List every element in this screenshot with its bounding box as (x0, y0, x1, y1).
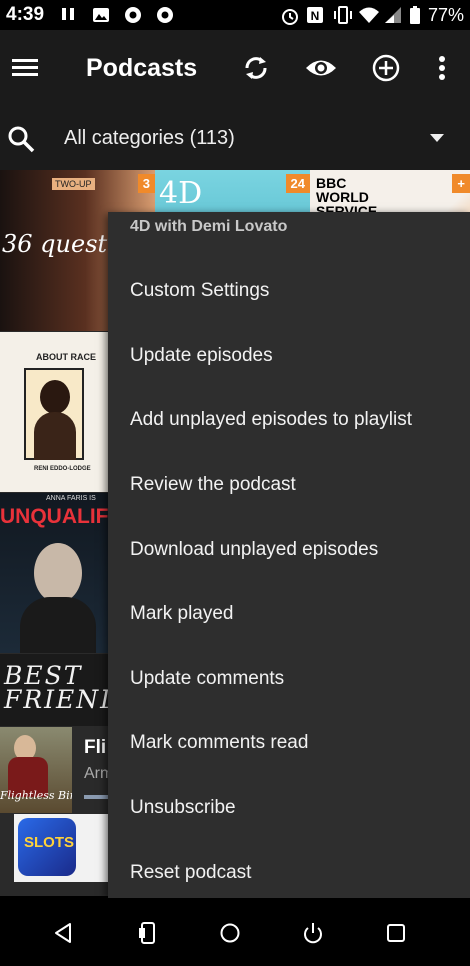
category-select-value[interactable]: All categories (113) (64, 127, 235, 150)
cover-title: Flightless Bird (0, 789, 72, 802)
battery-icon (409, 6, 420, 24)
image-icon (92, 6, 110, 24)
cover-title: BEST FRIEND (4, 661, 108, 714)
menu-item-unsubscribe[interactable]: Unsubscribe (108, 776, 470, 840)
menu-item-reset-podcast[interactable]: Reset podcast (108, 841, 470, 898)
new-episodes-badge: + (452, 174, 470, 193)
cover-portrait (34, 543, 82, 603)
menu-item-mark-comments-read[interactable]: Mark comments read (108, 711, 470, 775)
cover-top-text: TWO-UP (52, 178, 95, 190)
cover-portrait (24, 368, 84, 460)
cover-subtitle: RENI EDDO-LODGE (34, 466, 91, 472)
refresh-icon[interactable] (234, 46, 278, 90)
category-filter[interactable]: All categories (113) (0, 106, 470, 170)
menu-item-update-comments[interactable]: Update comments (108, 647, 470, 711)
menu-item-review[interactable]: Review the podcast (108, 453, 470, 517)
signal-icon (384, 6, 402, 24)
podcast-cover[interactable]: Flightless Bird (0, 727, 72, 813)
podcast-cover[interactable]: ABOUT RACE RENI EDDO-LODGE (0, 332, 108, 492)
search-icon[interactable] (6, 124, 36, 154)
menu-header: 4D with Demi Lovato (130, 218, 288, 235)
menu-item-mark-played[interactable]: Mark played (108, 582, 470, 646)
status-bar: 4:39 N 77% (0, 0, 470, 30)
menu-item-update-episodes[interactable]: Update episodes (108, 324, 470, 388)
alarm-icon (280, 6, 298, 25)
wifi-icon (358, 6, 379, 24)
pause-icon (60, 6, 78, 24)
new-episodes-badge: 24 (285, 174, 310, 193)
podcast-cover[interactable]: ANNA FARIS IS UNQUALIF (0, 493, 108, 653)
vibrate-icon (332, 6, 352, 24)
page-title: Podcasts (86, 54, 198, 82)
add-circle-icon[interactable] (364, 46, 408, 90)
battery-percent: 77% (427, 4, 464, 25)
list-item-title: Fli (84, 737, 107, 758)
app-icon (124, 6, 142, 24)
menu-item-custom-settings[interactable]: Custom Settings (108, 259, 470, 323)
cover-top-text: ANNA FARIS IS (46, 495, 96, 502)
new-episodes-badge: 3 (137, 174, 155, 193)
app-bar: Podcasts (0, 30, 470, 106)
menu-item-download-unplayed[interactable]: Download unplayed episodes (108, 518, 470, 582)
power-icon[interactable] (296, 916, 330, 950)
menu-item-add-to-playlist[interactable]: Add unplayed episodes to playlist (108, 388, 470, 452)
list-item-progress (84, 795, 108, 799)
list-row-info[interactable]: Fli Arm (72, 727, 113, 813)
more-vert-icon[interactable] (420, 46, 464, 90)
hamburger-menu-icon[interactable] (4, 46, 48, 90)
screenshot-icon[interactable] (130, 916, 164, 950)
slots-app-icon: SLOTS (18, 818, 76, 876)
nfc-icon: N (306, 6, 324, 24)
eye-icon[interactable] (299, 46, 343, 90)
cover-title: UNQUALIF (0, 505, 108, 528)
cover-title: ABOUT RACE (36, 352, 96, 362)
status-time: 4:39 (6, 4, 45, 25)
ad-title: SLOTS (24, 834, 75, 851)
svg-text:N: N (311, 9, 320, 23)
recents-icon[interactable] (379, 916, 413, 950)
home-icon[interactable] (213, 916, 247, 950)
cover-title: 4D (159, 176, 203, 211)
navigation-bar (0, 898, 470, 966)
back-icon[interactable] (46, 916, 80, 950)
app-icon (156, 6, 174, 24)
podcast-context-menu: 4D with Demi Lovato Custom Settings Upda… (108, 212, 470, 898)
ad-banner[interactable]: SLOTS (14, 814, 108, 882)
dropdown-arrow-icon[interactable] (430, 134, 444, 142)
podcast-cover[interactable]: BEST FRIEND (0, 654, 108, 726)
